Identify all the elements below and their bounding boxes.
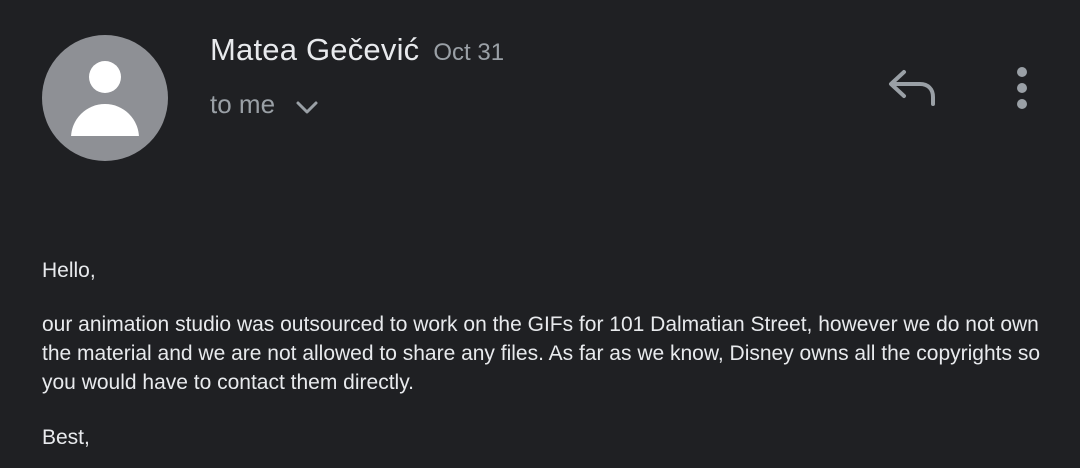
message-greeting: Hello,: [42, 259, 96, 282]
email-date: Oct 31: [433, 39, 505, 66]
person-icon-body: [71, 104, 139, 136]
person-icon: [89, 61, 121, 93]
chevron-down-icon[interactable]: [295, 96, 319, 120]
sender-line: Matea Gečević Oct 31: [210, 32, 504, 68]
recipient-details-toggle[interactable]: to me: [210, 88, 319, 120]
message-closing: Best,: [42, 426, 90, 449]
email-header: Matea Gečević Oct 31 to me: [0, 0, 1080, 180]
recipient-label: to me: [210, 88, 276, 119]
message-body: Hello, our animation studio was outsourc…: [42, 256, 1052, 468]
more-vertical-icon: [1017, 67, 1027, 109]
email-view: Matea Gečević Oct 31 to me Hello, our an…: [0, 0, 1080, 468]
reply-icon: [889, 70, 935, 106]
message-paragraph: our animation studio was outsourced to w…: [42, 313, 1041, 394]
reply-button[interactable]: [884, 62, 940, 114]
more-options-button[interactable]: [1004, 62, 1040, 114]
sender-name[interactable]: Matea Gečević: [210, 32, 419, 68]
sender-avatar[interactable]: [42, 35, 168, 161]
